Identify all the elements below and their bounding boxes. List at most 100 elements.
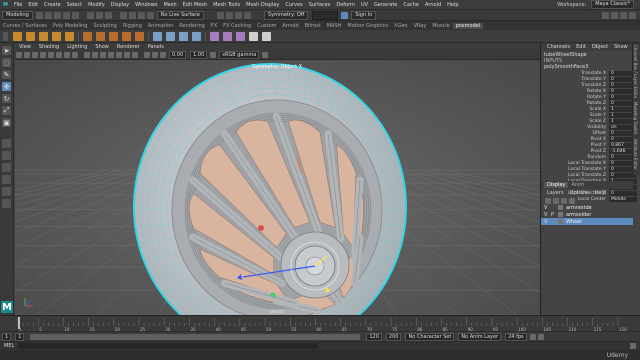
menu-item-mesh-tools[interactable]: Mesh Tools: [210, 2, 243, 8]
near-clip-field[interactable]: 0.00: [169, 51, 187, 59]
paint-select-icon[interactable]: ✎: [2, 70, 11, 79]
shelf-tab-custom[interactable]: Custom: [254, 23, 279, 29]
layer-menu-help[interactable]: Help: [592, 190, 609, 196]
layer-color-swatch[interactable]: [558, 205, 563, 210]
shelf-tab-rendering[interactable]: Rendering: [176, 23, 208, 29]
workspace-dropdown[interactable]: Maya Classic*: [591, 0, 634, 9]
shelf-tab-fx[interactable]: FX: [208, 23, 220, 29]
command-input[interactable]: [18, 343, 319, 349]
shelf-tool-icon[interactable]: [262, 31, 271, 41]
single-view-icon[interactable]: [2, 139, 11, 148]
layer-name[interactable]: Wheel: [566, 219, 582, 225]
menu-item-modify[interactable]: Modify: [85, 2, 108, 8]
panel-menu-renderer[interactable]: Renderer: [113, 44, 144, 50]
gamma-icon[interactable]: [262, 52, 269, 58]
layer-name[interactable]: armrestde: [566, 205, 592, 211]
shelf-tab-sculpting[interactable]: Sculpting: [90, 23, 119, 29]
shelf-tab-muscle[interactable]: Muscle: [429, 23, 452, 29]
lasso-icon[interactable]: ◌: [2, 58, 11, 67]
select-arrow-icon[interactable]: ➤: [2, 46, 11, 55]
grid-toggle-icon[interactable]: [48, 52, 54, 58]
select-camera-icon[interactable]: [16, 52, 22, 58]
wireframe-icon[interactable]: [84, 52, 90, 58]
select-hierarchy-icon[interactable]: [86, 11, 94, 19]
move-icon[interactable]: ✥: [2, 82, 11, 91]
new-layer-from-selection-icon[interactable]: [569, 197, 575, 204]
side-tab[interactable]: Modeling Toolkit: [633, 100, 638, 136]
layer-visibility-toggle[interactable]: V: [544, 205, 551, 211]
wireframe-on-shaded-icon[interactable]: [108, 52, 114, 58]
menu-item-mesh-display[interactable]: Mesh Display: [243, 2, 282, 8]
uv-layout-icon[interactable]: [2, 199, 11, 208]
menu-item-uv[interactable]: UV: [358, 2, 371, 8]
toggle-tool-settings-icon[interactable]: [620, 11, 627, 19]
isolate-select-icon[interactable]: [160, 52, 166, 58]
new-scene-icon[interactable]: [35, 11, 43, 19]
layer-row[interactable]: Varmrestde: [541, 204, 633, 211]
mode-dropdown[interactable]: Modeling: [2, 10, 33, 20]
select-object-icon[interactable]: [95, 11, 103, 19]
channel-box-menu-show[interactable]: Show: [611, 44, 631, 50]
hypershade-icon[interactable]: [244, 11, 251, 19]
layer-visibility-toggle[interactable]: V: [544, 219, 551, 225]
menu-item-display[interactable]: Display: [108, 2, 132, 8]
menu-item-surfaces[interactable]: Surfaces: [306, 2, 334, 8]
playback-end-field[interactable]: 120: [366, 332, 382, 341]
menu-item-windows[interactable]: Windows: [132, 2, 160, 8]
symmetry-dropdown[interactable]: Symmetry: Off: [264, 10, 309, 20]
shadows-icon[interactable]: [132, 52, 138, 58]
shelf-tab-vray[interactable]: VRay: [411, 23, 430, 29]
side-tab[interactable]: Channel Box / Layer Editor: [633, 43, 638, 100]
shelf-tab-rigging[interactable]: Rigging: [120, 23, 145, 29]
shelf-tool-icon[interactable]: [223, 31, 232, 41]
redo-icon[interactable]: [71, 11, 79, 19]
layer-visibility-toggle[interactable]: V: [544, 212, 551, 218]
current-frame-marker[interactable]: [18, 317, 20, 329]
shelf-tool-icon[interactable]: [109, 31, 118, 41]
layer-tab-anim[interactable]: Anim: [568, 182, 587, 188]
save-scene-icon[interactable]: [53, 11, 61, 19]
viewport-scene[interactable]: Symmetry: Object X persp: [15, 60, 540, 315]
shelf-tool-icon[interactable]: [83, 31, 92, 41]
render-settings-icon[interactable]: [235, 11, 242, 19]
shelf-tool-icon[interactable]: [135, 31, 144, 41]
layer-color-swatch[interactable]: [558, 212, 563, 217]
user-icon[interactable]: [341, 11, 349, 19]
menu-item-create[interactable]: Create: [41, 2, 64, 8]
shelf-tab-curves-surfaces[interactable]: Curves / Surfaces: [0, 23, 50, 29]
channel-box-menu-object[interactable]: Object: [589, 44, 611, 50]
snap-grid-icon[interactable]: [119, 11, 127, 19]
menu-item-mesh[interactable]: Mesh: [160, 2, 179, 8]
shelf-settings-icon[interactable]: [3, 31, 8, 41]
panel-menu-lighting[interactable]: Lighting: [63, 44, 91, 50]
channel-box-menu-channels[interactable]: Channels: [544, 44, 573, 50]
shelf-tool-icon[interactable]: [39, 31, 48, 41]
shelf-tab-poly-modeling[interactable]: Poly Modeling: [50, 23, 91, 29]
shelf-tool-icon[interactable]: [236, 31, 245, 41]
channel-box-menu-edit[interactable]: Edit: [573, 44, 589, 50]
auto-key-icon[interactable]: [529, 333, 536, 340]
last-tool-icon[interactable]: ▣: [2, 118, 11, 127]
shelf-tab-bifrost[interactable]: Bifrost: [302, 23, 324, 29]
character-set-dropdown[interactable]: No Character Set: [405, 332, 455, 341]
shelf-tool-icon[interactable]: [179, 31, 188, 41]
menu-item-select[interactable]: Select: [64, 2, 85, 8]
move-layer-up-icon[interactable]: [545, 197, 551, 204]
shelf-tool-icon[interactable]: [166, 31, 175, 41]
layer-name[interactable]: armsolder: [566, 212, 591, 218]
panel-menu-view[interactable]: View: [15, 44, 35, 50]
toggle-channel-box-icon[interactable]: [629, 11, 636, 19]
bookmarks-icon[interactable]: [32, 52, 38, 58]
preferences-icon[interactable]: [537, 333, 544, 340]
anim-layer-dropdown[interactable]: No Anim Layer: [458, 332, 502, 341]
image-plane-icon[interactable]: [40, 52, 46, 58]
scale-icon[interactable]: ⤢: [2, 106, 11, 115]
new-layer-icon[interactable]: [561, 197, 567, 204]
layer-row[interactable]: V Wheel: [541, 218, 633, 225]
side-by-side-icon[interactable]: [2, 163, 11, 172]
panel-menu-panels[interactable]: Panels: [144, 44, 168, 50]
snap-point-icon[interactable]: [137, 11, 145, 19]
color-space-dropdown[interactable]: sRGB gamma: [219, 51, 260, 59]
camera-attributes-icon[interactable]: [24, 52, 30, 58]
layer-color-swatch[interactable]: [558, 219, 563, 224]
